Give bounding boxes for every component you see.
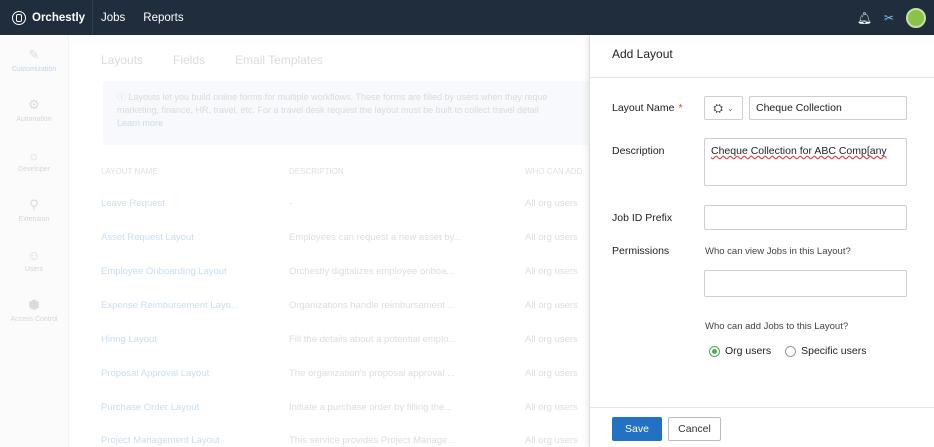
cancel-button[interactable]: Cancel — [668, 417, 721, 441]
layout-name-label-text: Layout Name — [612, 102, 675, 114]
layout-icon-picker[interactable]: ⛭ ⌄ — [704, 96, 743, 120]
view-permission-input[interactable] — [704, 270, 907, 297]
chevron-down-icon: ⌄ — [726, 103, 734, 113]
radio-org-users-label: Org users — [725, 345, 772, 357]
avatar[interactable] — [906, 7, 926, 28]
radio-selected-icon — [709, 345, 720, 357]
nav-jobs[interactable]: Jobs — [101, 12, 125, 24]
layout-icon: ⛭ — [713, 100, 723, 115]
radio-unselected-icon — [785, 345, 797, 357]
job-id-prefix-label: Job ID Prefix — [612, 212, 673, 224]
radio-org-users[interactable]: Org users — [709, 345, 771, 357]
top-right-actions: 🔔︎ ✂ — [857, 0, 926, 35]
save-button[interactable]: Save — [612, 417, 662, 441]
top-nav: Jobs Reports — [93, 12, 184, 24]
radio-specific-users-label: Specific users — [801, 345, 867, 357]
footer-divider — [590, 407, 934, 408]
panel-divider — [590, 77, 934, 78]
add-permission-help: Who can add Jobs to this Layout? — [705, 321, 849, 332]
orchestly-logo-icon — [12, 10, 26, 25]
radio-specific-users[interactable]: Specific users — [785, 345, 866, 357]
layout-name-label: Layout Name * — [612, 102, 683, 114]
description-label: Description — [612, 145, 665, 157]
tools-icon[interactable]: ✂ — [884, 11, 894, 25]
brand-name: Orchestly — [32, 11, 86, 24]
description-textarea[interactable]: Cheque Collection for ABC Comp[any — [704, 138, 907, 186]
add-permission-radios: Org users Specific users — [709, 345, 866, 357]
layout-name-input[interactable]: Cheque Collection — [749, 96, 907, 120]
bell-icon[interactable]: 🔔︎ — [857, 11, 872, 25]
job-id-prefix-input[interactable] — [704, 205, 907, 230]
view-permission-help: Who can view Jobs in this Layout? — [705, 246, 851, 257]
permissions-label: Permissions — [612, 245, 670, 257]
nav-reports[interactable]: Reports — [143, 12, 183, 24]
top-bar: Orchestly Jobs Reports 🔔︎ ✂ — [0, 0, 934, 35]
brand[interactable]: Orchestly — [0, 10, 92, 25]
add-layout-panel: Add Layout Layout Name * ⛭ ⌄ Cheque Colle… — [589, 35, 934, 447]
overlay-backdrop[interactable] — [0, 35, 589, 447]
panel-title: Add Layout — [612, 47, 673, 61]
required-mark: * — [678, 102, 683, 114]
description-value: Cheque Collection for ABC Comp[any — [711, 145, 887, 157]
